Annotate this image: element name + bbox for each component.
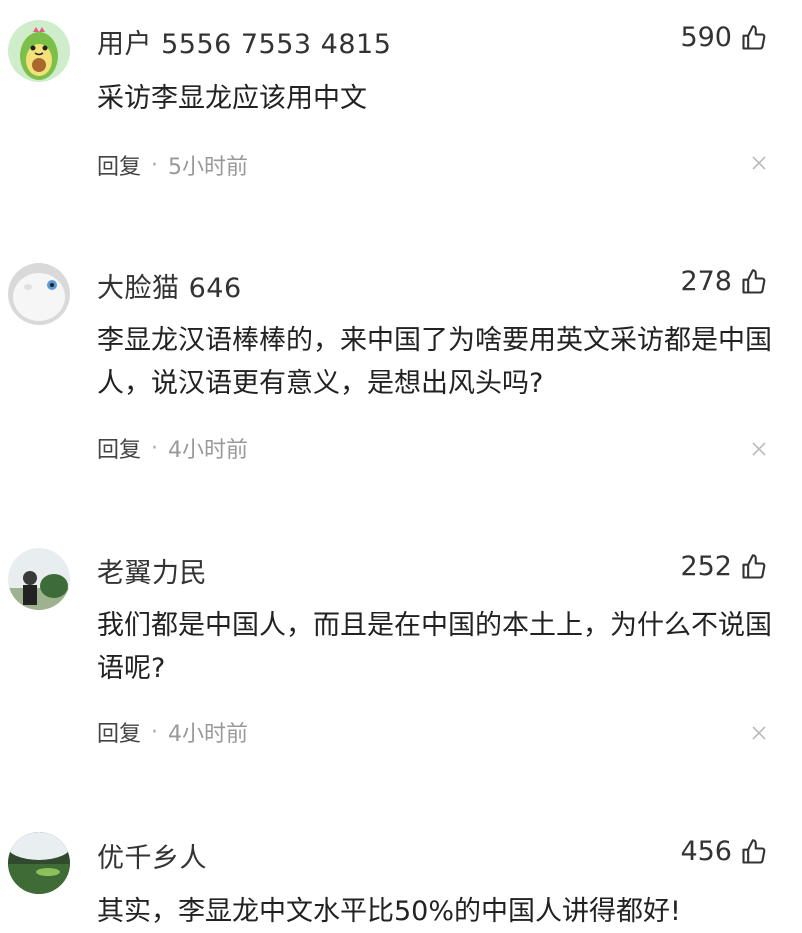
like-count: 590: [680, 22, 732, 53]
thumbs-up-icon: [742, 268, 766, 294]
thumbs-up-icon: [742, 24, 766, 50]
like-button[interactable]: 278: [680, 266, 768, 297]
thumbs-up-icon: [742, 838, 766, 864]
separator-dot: ·: [151, 435, 159, 461]
separator-dot: ·: [151, 719, 159, 745]
like-count: 252: [680, 551, 732, 582]
comment-meta: 回复 · 4小时前: [97, 432, 248, 464]
thumbs-up-icon: [742, 553, 766, 579]
avatar[interactable]: [8, 263, 70, 325]
comment-text: 李显龙汉语棒棒的，来中国了为啥要用英文采访都是中国人，说汉语更有意义，是想出风头…: [97, 325, 772, 399]
timestamp: 4小时前: [168, 722, 249, 747]
close-icon[interactable]: [750, 154, 768, 172]
comment-text: 我们都是中国人，而且是在中国的本土上，为什么不说国语呢?: [97, 610, 772, 684]
username[interactable]: 优千乡人: [97, 836, 207, 875]
like-count: 278: [680, 266, 732, 297]
separator-dot: ·: [151, 152, 159, 178]
like-button[interactable]: 252: [680, 551, 768, 582]
avatar[interactable]: [8, 548, 70, 610]
comment-text: 其实，李显龙中文水平比50%的中国人讲得都好!: [97, 896, 681, 927]
like-count: 456: [680, 836, 732, 867]
username[interactable]: 大脸猫 646: [97, 266, 242, 305]
timestamp: 4小时前: [168, 438, 249, 463]
like-button[interactable]: 456: [680, 836, 768, 867]
timestamp: 5小时前: [168, 155, 249, 180]
avatar[interactable]: [8, 832, 70, 894]
avatar[interactable]: [8, 20, 70, 82]
close-icon[interactable]: [750, 440, 768, 458]
reply-button[interactable]: 回复: [97, 432, 141, 464]
comment-meta: 回复 · 4小时前: [97, 716, 248, 748]
reply-button[interactable]: 回复: [97, 149, 141, 181]
comment-text: 采访李显龙应该用中文: [97, 83, 367, 114]
close-icon[interactable]: [750, 724, 768, 742]
username[interactable]: 用户 5556 7553 4815: [97, 22, 391, 61]
username[interactable]: 老翼力民: [97, 551, 207, 590]
comment-meta: 回复 · 5小时前: [97, 149, 248, 181]
like-button[interactable]: 590: [680, 22, 768, 53]
reply-button[interactable]: 回复: [97, 716, 141, 748]
